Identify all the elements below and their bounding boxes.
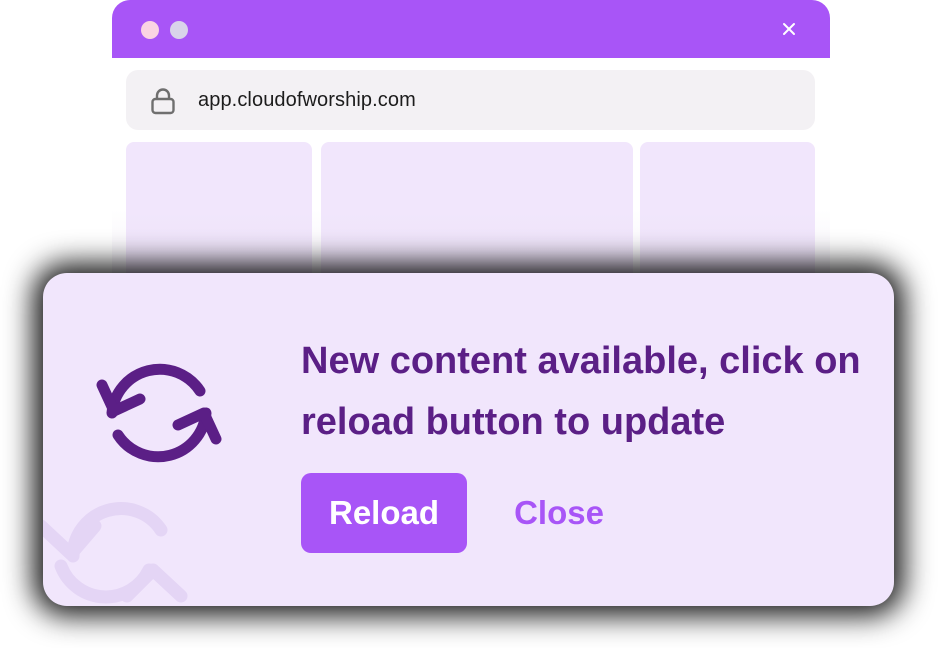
close-icon[interactable] (778, 16, 800, 42)
browser-titlebar (112, 0, 830, 58)
notification-message: New content available, click on reload b… (301, 340, 861, 443)
browser-window: app.cloudofworship.com (112, 0, 830, 300)
sync-icon (43, 502, 188, 604)
address-bar[interactable]: app.cloudofworship.com (126, 70, 815, 130)
reload-button[interactable]: Reload (301, 473, 467, 553)
close-button[interactable]: Close (495, 473, 623, 553)
window-control-dot[interactable] (170, 21, 188, 39)
url-text: app.cloudofworship.com (198, 89, 416, 111)
lock-icon (150, 87, 176, 115)
sync-icon (96, 363, 222, 463)
update-notification: New content available, click on reload b… (43, 273, 894, 606)
window-control-dot[interactable] (141, 21, 159, 39)
